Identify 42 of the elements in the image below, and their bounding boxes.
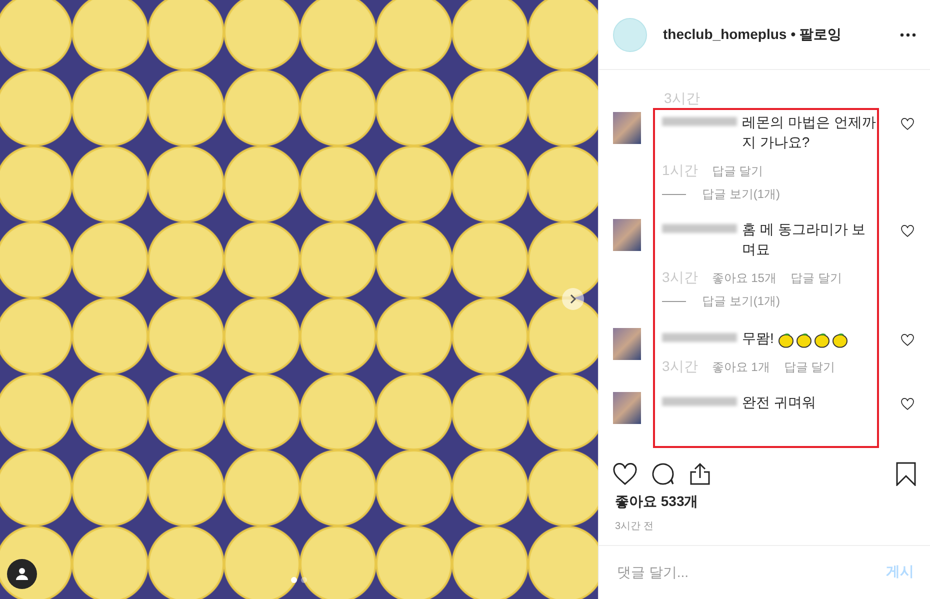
heart-icon[interactable] bbox=[901, 118, 914, 130]
likes-count[interactable]: 좋아요 533개 bbox=[599, 488, 930, 513]
reply-link[interactable]: 답글 달기 bbox=[784, 359, 836, 376]
separator-dot: • bbox=[790, 26, 796, 44]
caption-time: 3시간 bbox=[663, 90, 701, 108]
next-arrow-button[interactable] bbox=[562, 288, 584, 310]
username[interactable]: theclub_homeplus bbox=[663, 26, 787, 44]
bookmark-icon[interactable] bbox=[896, 462, 916, 486]
lemon-icon bbox=[814, 332, 830, 348]
heart-icon[interactable] bbox=[613, 463, 637, 486]
comment-icon[interactable] bbox=[651, 462, 675, 486]
comment-text: 레몬의 마법은 언제까지 가나요? bbox=[742, 114, 876, 150]
comment-text: 홈 메 동그라미가 보며묘 bbox=[742, 221, 866, 258]
share-icon[interactable] bbox=[689, 462, 711, 486]
comment-time: 1시간 bbox=[662, 162, 698, 180]
person-icon[interactable] bbox=[7, 559, 37, 589]
post-button[interactable]: 게시 bbox=[886, 563, 914, 582]
lemon-icon bbox=[796, 332, 812, 348]
comment-time: 3시간 bbox=[662, 269, 698, 288]
avatar-placeholder[interactable] bbox=[613, 328, 641, 360]
comment-text: 무뫔! bbox=[742, 330, 774, 346]
comment-text: 완전 귀며워 bbox=[742, 394, 816, 410]
comment-input[interactable]: 댓글 달기... bbox=[615, 563, 886, 582]
heart-icon[interactable] bbox=[901, 334, 914, 346]
view-replies-link[interactable]: 답글 보기(1개) bbox=[702, 293, 780, 310]
chevron-icon bbox=[569, 294, 577, 304]
avatar-placeholder[interactable] bbox=[613, 112, 641, 144]
reply-link[interactable]: 답글 달기 bbox=[790, 270, 842, 288]
avatar-placeholder[interactable] bbox=[613, 392, 641, 424]
comment-likes[interactable]: 좋아요 15개 bbox=[712, 270, 776, 288]
heart-icon[interactable] bbox=[901, 398, 914, 410]
view-replies-link[interactable]: 답글 보기(1개) bbox=[702, 186, 780, 204]
heart-icon[interactable] bbox=[901, 225, 914, 238]
lemon-icon bbox=[832, 332, 848, 348]
comment-likes[interactable]: 좋아요 1개 bbox=[712, 359, 770, 376]
comment-time: 3시간 bbox=[662, 358, 698, 376]
post-time: 3시간 전 bbox=[614, 520, 654, 534]
lemon-icon bbox=[778, 332, 794, 348]
reply-link[interactable]: 답글 달기 bbox=[712, 163, 764, 180]
follow-status[interactable]: 팔로잉 bbox=[800, 26, 842, 44]
more-options-icon[interactable] bbox=[900, 32, 916, 37]
avatar-placeholder[interactable] bbox=[613, 219, 641, 252]
